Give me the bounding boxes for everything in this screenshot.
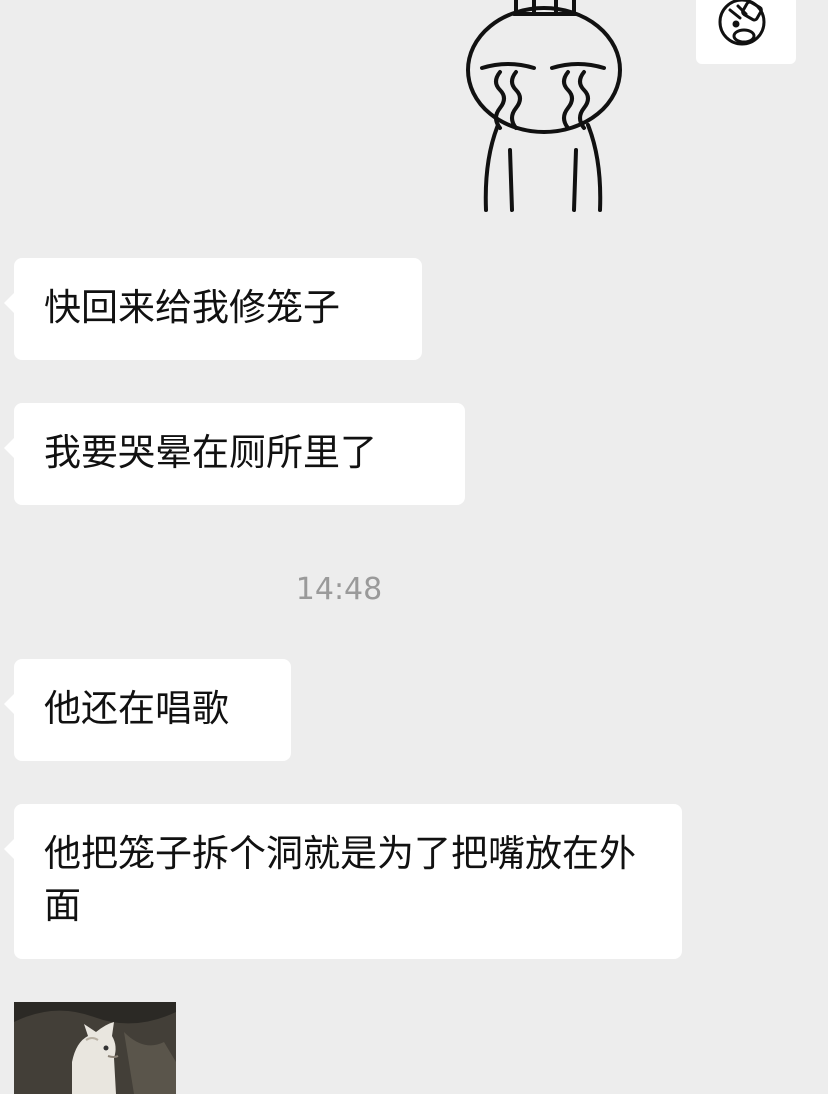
message-bubble[interactable]: 我要哭晕在厕所里了 [4, 403, 465, 505]
message-bubble[interactable]: 他还在唱歌 [4, 659, 291, 761]
image-message[interactable] [14, 1002, 176, 1094]
crying-bunny-sticker[interactable] [458, 0, 628, 215]
message-bubble[interactable]: 他把笼子拆个洞就是为了把嘴放在外面 [4, 804, 682, 959]
message-text: 他把笼子拆个洞就是为了把嘴放在外面 [44, 832, 636, 927]
cat-photo-thumbnail [14, 1002, 176, 1094]
message-timestamp: 14:48 [295, 572, 383, 607]
user-avatar[interactable] [696, 0, 796, 64]
bandaged-face-avatar-icon [718, 0, 766, 46]
message-text: 他还在唱歌 [44, 687, 229, 730]
message-bubble[interactable]: 快回来给我修笼子 [4, 258, 422, 360]
message-text: 我要哭晕在厕所里了 [44, 431, 377, 474]
message-text: 快回来给我修笼子 [44, 286, 340, 329]
